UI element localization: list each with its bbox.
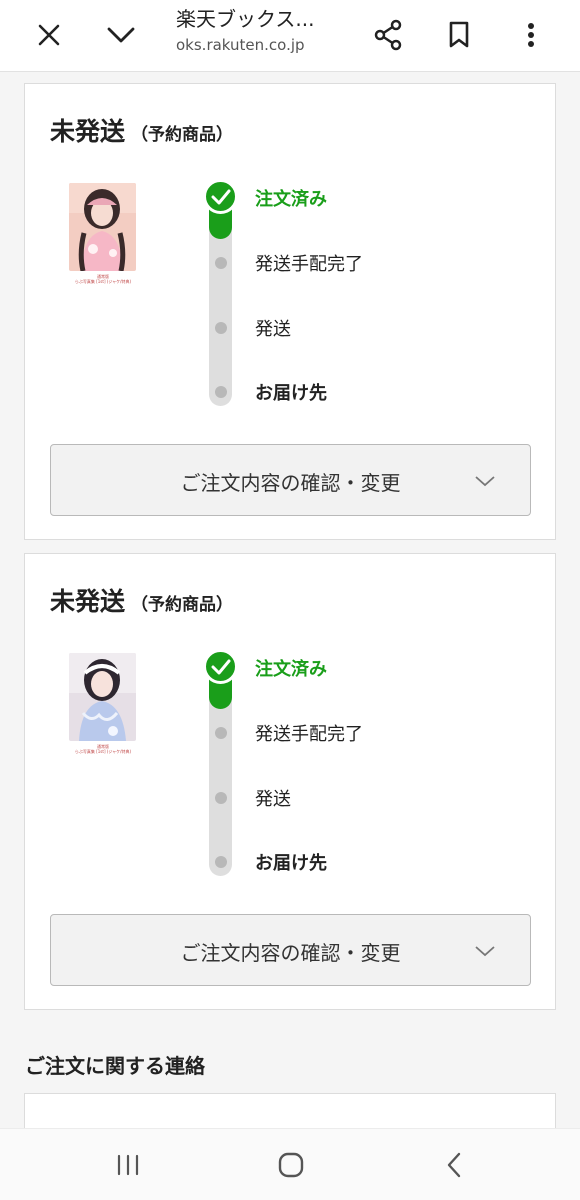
step-delivery: お届け先: [255, 853, 327, 874]
order-card: 未発送 （予約商品） 通常版 らぶ写真集 [1st] (ジャケ/特典) 注文済み …: [24, 553, 556, 1010]
share-icon: [374, 19, 402, 51]
step-shipped: 発送: [255, 319, 291, 340]
order-confirm-button[interactable]: ご注文内容の確認・変更: [50, 914, 531, 986]
order-status-note: （予約商品）: [131, 125, 234, 145]
bookmark-button[interactable]: [436, 12, 482, 58]
bookmark-icon: [449, 21, 469, 48]
step-dot: [215, 322, 227, 334]
step-delivery: お届け先: [255, 383, 327, 404]
product-photo-image: [69, 653, 136, 741]
chevron-down-icon: [475, 476, 495, 487]
step-dot: [215, 257, 227, 269]
step-done-marker: [203, 649, 238, 684]
checkmark-icon: [211, 659, 230, 674]
step-dot: [215, 792, 227, 804]
progress-track: [209, 665, 232, 876]
order-confirm-button[interactable]: ご注文内容の確認・変更: [50, 444, 531, 516]
step-ordered: 注文済み: [255, 659, 327, 680]
order-status-note: （予約商品）: [131, 595, 234, 615]
step-ordered: 注文済み: [255, 189, 327, 210]
order-status: 未発送 （予約商品）: [50, 112, 233, 148]
progress-track: [209, 195, 232, 406]
order-status-label: 未発送: [50, 117, 126, 146]
recent-apps-button[interactable]: [108, 1147, 148, 1183]
checkmark-icon: [211, 189, 230, 204]
product-caption: 通常版 らぶ写真集 [1st] (ジャケ/特典): [65, 274, 141, 284]
product-caption: 通常版 らぶ写真集 [1st] (ジャケ/特典): [65, 744, 141, 754]
system-nav-bar: [0, 1128, 580, 1200]
product-thumbnail[interactable]: [69, 183, 136, 271]
order-status: 未発送 （予約商品）: [50, 582, 233, 618]
step-dot: [215, 727, 227, 739]
step-shipping-arranged: 発送手配完了: [255, 724, 363, 745]
step-dot: [215, 856, 227, 868]
contact-section-heading: ご注文に関する連絡: [25, 1054, 205, 1078]
order-confirm-label: ご注文内容の確認・変更: [180, 941, 401, 965]
step-dot: [215, 386, 227, 398]
page-title-area[interactable]: 楽天ブックス... oks.rakuten.co.jp: [176, 6, 346, 56]
close-icon: [38, 24, 60, 46]
chevron-down-icon: [475, 946, 495, 957]
recent-apps-icon: [117, 1154, 139, 1176]
caption-title: らぶ写真集 [1st] (ジャケ/特典): [74, 749, 132, 754]
order-confirm-label: ご注文内容の確認・変更: [180, 471, 401, 495]
share-button[interactable]: [365, 12, 411, 58]
minimize-button[interactable]: [98, 12, 144, 58]
home-button[interactable]: [271, 1147, 311, 1183]
home-icon: [278, 1152, 304, 1178]
step-shipping-arranged: 発送手配完了: [255, 254, 363, 275]
product-photo-image: [69, 183, 136, 271]
chevron-down-icon: [107, 27, 135, 43]
step-shipped: 発送: [255, 789, 291, 810]
product-thumbnail[interactable]: [69, 653, 136, 741]
browser-toolbar: 楽天ブックス... oks.rakuten.co.jp: [0, 0, 580, 72]
page-title: 楽天ブックス...: [176, 7, 315, 31]
step-done-marker: [203, 179, 238, 214]
back-button[interactable]: [434, 1147, 474, 1183]
more-vert-icon: [528, 23, 534, 47]
close-tab-button[interactable]: [26, 12, 72, 58]
caption-title: らぶ写真集 [1st] (ジャケ/特典): [74, 279, 132, 284]
more-options-button[interactable]: [508, 12, 554, 58]
page-url: oks.rakuten.co.jp: [176, 36, 305, 54]
back-icon: [447, 1152, 461, 1178]
order-card: 未発送 （予約商品） 通常版 らぶ写真集 [1st] (ジャケ/特典) 注文済み …: [24, 83, 556, 540]
order-status-label: 未発送: [50, 587, 126, 616]
